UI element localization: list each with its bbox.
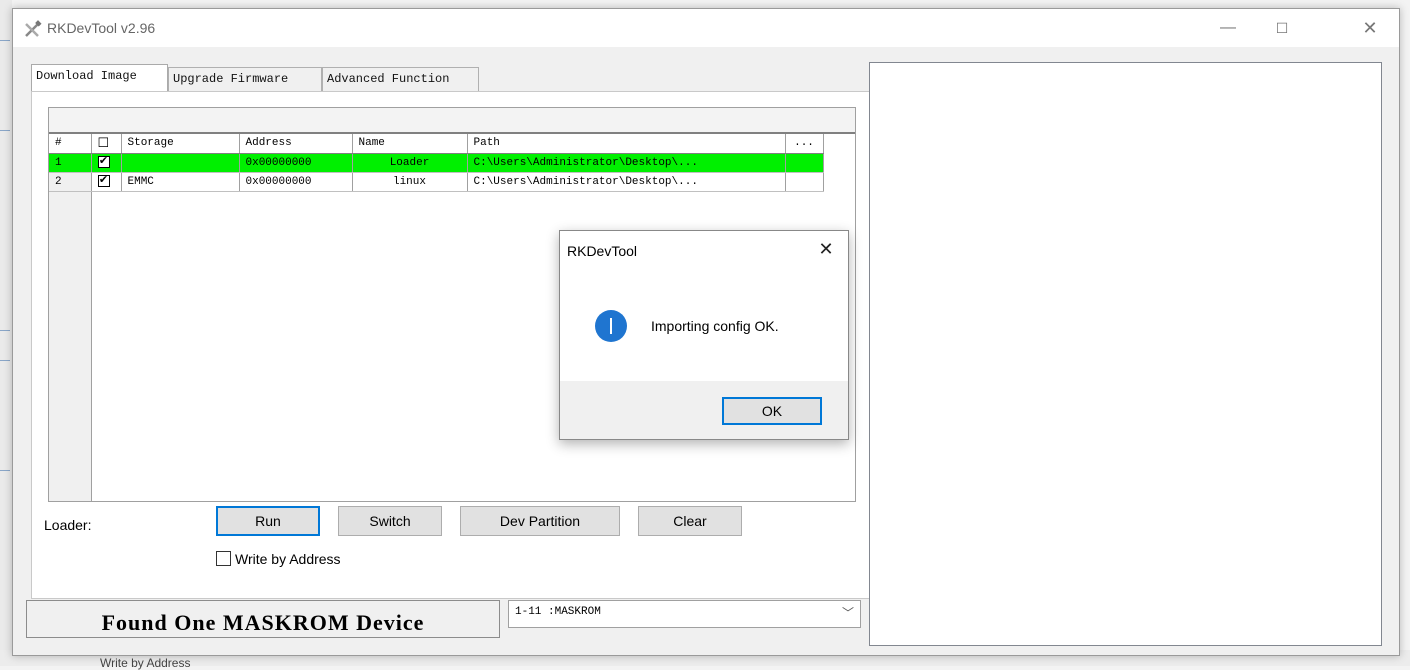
row-browse[interactable]: [785, 172, 824, 192]
log-panel[interactable]: [869, 62, 1382, 646]
col-header-address: Address: [239, 134, 353, 154]
background-tick: [0, 130, 10, 131]
image-table: # ☐ Storage Address Name Path ... 1 ✔ 0x…: [49, 134, 824, 192]
row-checkbox-cell[interactable]: ✔: [91, 153, 122, 173]
clear-button[interactable]: Clear: [638, 506, 742, 536]
col-header-num: #: [49, 134, 92, 154]
row-number: 1: [49, 153, 92, 173]
dialog-title: RKDevTool: [567, 243, 638, 259]
status-box: Found One MASKROM Device: [26, 600, 500, 638]
col-header-select-all[interactable]: ☐: [91, 134, 122, 154]
dialog-footer: OK: [560, 381, 848, 439]
window-title: RKDevTool v2.96: [47, 20, 156, 36]
row-address[interactable]: 0x00000000: [239, 172, 353, 192]
tools-icon: [25, 20, 42, 37]
col-header-path: Path: [467, 134, 786, 154]
background-tick: [0, 360, 10, 361]
info-icon: [595, 310, 627, 342]
message-dialog: RKDevTool ✕ Importing config OK. OK: [559, 230, 849, 440]
background-text: Write by Address: [100, 656, 191, 670]
row-checkbox[interactable]: ✔: [97, 156, 110, 169]
tab-advanced-function[interactable]: Advanced Function: [322, 67, 479, 91]
info-icon-stroke: [610, 318, 612, 334]
dev-partition-button[interactable]: Dev Partition: [460, 506, 620, 536]
table-row[interactable]: 2 ✔ EMMC 0x00000000 linux C:\Users\Admin…: [49, 172, 824, 192]
row-storage[interactable]: EMMC: [121, 172, 240, 192]
switch-button[interactable]: Switch: [338, 506, 442, 536]
row-path[interactable]: C:\Users\Administrator\Desktop\...: [467, 153, 786, 173]
device-select-value: 1-11 :MASKROM: [515, 606, 601, 618]
title-bar[interactable]: RKDevTool v2.96 — ☐ ✕: [13, 9, 1399, 47]
row-address[interactable]: 0x00000000: [239, 153, 353, 173]
row-name[interactable]: Loader: [352, 153, 468, 173]
write-by-address-checkbox[interactable]: Write by Address: [216, 551, 341, 567]
col-header-more: ...: [785, 134, 824, 154]
tab-download-image[interactable]: Download Image: [31, 64, 168, 91]
row-number: 2: [49, 172, 92, 192]
close-icon[interactable]: ✕: [1357, 17, 1383, 39]
row-browse[interactable]: [785, 153, 824, 173]
background-window-edge: [0, 0, 12, 666]
minimize-icon[interactable]: —: [1215, 17, 1241, 39]
close-icon[interactable]: ✕: [814, 237, 838, 261]
background-tick: [0, 330, 10, 331]
col-header-storage: Storage: [121, 134, 240, 154]
col-header-name: Name: [352, 134, 468, 154]
row-checkbox[interactable]: ✔: [97, 175, 110, 188]
row-checkbox-cell[interactable]: ✔: [91, 172, 122, 192]
chevron-down-icon[interactable]: ﹀: [842, 603, 854, 625]
write-by-address-label: Write by Address: [235, 551, 341, 567]
table-row[interactable]: 1 ✔ 0x00000000 Loader C:\Users\Administr…: [49, 153, 824, 173]
device-select[interactable]: 1-11 :MASKROM ﹀: [508, 600, 861, 628]
run-button[interactable]: Run: [216, 506, 320, 536]
dialog-message: Importing config OK.: [651, 318, 779, 334]
checkbox-box[interactable]: [216, 551, 231, 566]
ok-button[interactable]: OK: [722, 397, 822, 425]
maximize-icon[interactable]: ☐: [1269, 17, 1295, 39]
loader-label: Loader:: [44, 517, 92, 533]
row-name[interactable]: linux: [352, 172, 468, 192]
background-tick: [0, 470, 10, 471]
background-tick: [0, 40, 10, 41]
row-storage[interactable]: [121, 153, 240, 173]
tab-upgrade-firmware[interactable]: Upgrade Firmware: [168, 67, 322, 91]
row-path[interactable]: C:\Users\Administrator\Desktop\...: [467, 172, 786, 192]
grid-top-bar: [49, 108, 855, 134]
